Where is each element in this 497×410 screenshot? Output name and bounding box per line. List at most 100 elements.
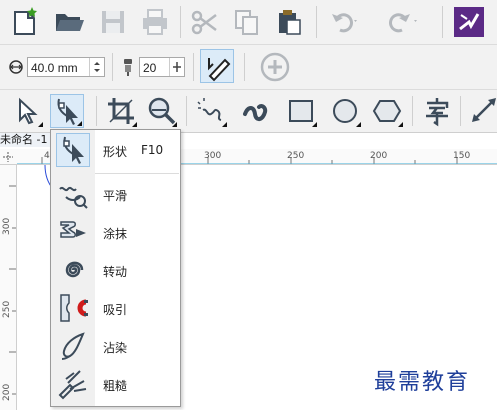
flyout-item-label: 粗糙 (103, 379, 128, 393)
dimension-tool-button[interactable] (468, 94, 497, 128)
print-button[interactable] (138, 5, 172, 39)
smear-tool-icon (56, 215, 90, 249)
pressure-icon (124, 59, 132, 76)
ruler-tick-label: 300 (204, 151, 222, 161)
flyout-item-shortcut: F10 (141, 143, 164, 157)
roughen-tool-icon (56, 367, 90, 401)
redo-icon (389, 13, 417, 33)
app-launcher-button[interactable] (452, 5, 486, 39)
pen-pressure-icon (208, 58, 231, 82)
toolbar-separator (96, 96, 97, 126)
nib-size-icon (9, 60, 23, 74)
flyout-divider (95, 173, 179, 174)
dimension-icon (472, 98, 496, 122)
document-tab[interactable]: 未命名 -1 (0, 133, 50, 147)
flyout-item-shape[interactable]: 形状 F10 (51, 132, 180, 168)
toolbar-separator (186, 96, 187, 126)
pen-pressure-toggle[interactable] (200, 49, 234, 83)
open-folder-icon (56, 14, 84, 31)
flyout-item-roughen[interactable]: 粗糙 (51, 366, 180, 402)
nib-size-input[interactable]: 40.0 mm (27, 57, 105, 77)
flyout-item-smooth[interactable]: 平滑 (51, 176, 180, 212)
shape-tool-button[interactable] (50, 94, 84, 128)
open-button[interactable] (52, 5, 86, 39)
flyout-item-label: 沾染 (103, 341, 128, 355)
flyout-indicator-icon (172, 122, 177, 127)
paste-icon (279, 10, 301, 35)
ruler-tick-label: 300 (2, 217, 12, 235)
undo-button[interactable] (326, 5, 360, 39)
paste-button[interactable] (272, 5, 306, 39)
smooth-tool-icon (56, 177, 90, 211)
flyout-item-label: 吸引 (103, 303, 128, 317)
save-button[interactable] (96, 5, 130, 39)
artistic-media-tool-button[interactable] (240, 94, 274, 128)
flyout-indicator-icon (398, 122, 403, 127)
shape-tool-icon (56, 133, 90, 167)
document-title: 未命名 -1 (0, 133, 48, 146)
ruler-tick-label: 250 (2, 300, 12, 318)
ruler-origin-icon[interactable] (2, 151, 14, 163)
add-button[interactable] (258, 50, 292, 84)
copy-button[interactable] (230, 5, 264, 39)
toolbar-separator (112, 53, 113, 81)
crop-tool-button[interactable] (104, 94, 138, 128)
toolbar-separator (442, 6, 443, 38)
ruler-tick-label: 200 (2, 383, 12, 401)
flyout-item-label: 形状 (103, 145, 128, 159)
ruler-tick-label: 250 (287, 151, 305, 161)
flyout-indicator-icon (77, 121, 82, 126)
cut-icon (191, 10, 217, 35)
flyout-indicator-icon (132, 122, 137, 127)
watermark-text: 最需教育 (374, 370, 471, 395)
toolbar-separator (193, 53, 194, 81)
flyout-item-smudge[interactable]: 沾染 (51, 328, 180, 364)
plus-minus-icon (173, 62, 181, 72)
smudge-tool-icon (56, 329, 90, 363)
flyout-item-twirl[interactable]: 转动 (51, 252, 180, 288)
app-launcher-icon (454, 7, 484, 37)
pick-tool-button[interactable] (10, 94, 44, 128)
artistic-media-icon (243, 103, 268, 121)
twirl-tool-icon (56, 253, 90, 287)
pressure-input[interactable]: 20 (139, 57, 185, 77)
flyout-indicator-icon (222, 122, 227, 127)
pressure-value: 20 (143, 61, 157, 75)
ellipse-tool-button[interactable] (328, 94, 362, 128)
toolbar-separator (316, 6, 317, 38)
polygon-tool-button[interactable] (370, 94, 404, 128)
cut-button[interactable] (188, 5, 222, 39)
nib-size-spinner[interactable] (89, 58, 104, 76)
flyout-indicator-icon (356, 122, 361, 127)
vertical-ruler[interactable]: 300 250 200 (0, 165, 17, 410)
toolbar-separator (460, 96, 461, 126)
rectangle-tool-button[interactable] (284, 94, 318, 128)
ruler-tick-label: 150 (453, 151, 471, 161)
toolbar-separator (412, 96, 413, 126)
nib-size-value: 40.0 mm (31, 61, 78, 75)
flyout-item-smear[interactable]: 涂抹 (51, 214, 180, 250)
undo-icon (332, 13, 357, 33)
toolbar-separator (180, 6, 181, 38)
redo-button[interactable] (386, 5, 420, 39)
new-document-icon (14, 7, 37, 35)
copy-icon (235, 10, 258, 35)
pressure-spinner[interactable] (169, 58, 184, 76)
text-tool-icon (426, 98, 449, 127)
flyout-item-label: 平滑 (103, 189, 128, 203)
add-circle-icon (260, 52, 290, 82)
flyout-indicator-icon (312, 122, 317, 127)
flyout-indicator-icon (38, 122, 43, 127)
toolbox (0, 90, 497, 133)
freehand-tool-button[interactable] (194, 94, 228, 128)
property-bar: 40.0 mm 20 (0, 45, 497, 90)
attract-tool-icon (56, 291, 90, 325)
ruler-tick-label: 200 (370, 151, 388, 161)
text-tool-button[interactable] (420, 94, 454, 128)
flyout-item-label: 转动 (103, 265, 128, 279)
zoom-tool-button[interactable] (144, 94, 178, 128)
ruler-ticks (9, 185, 16, 395)
flyout-item-label: 涂抹 (103, 227, 128, 241)
flyout-item-attract[interactable]: 吸引 (51, 290, 180, 326)
new-document-button[interactable] (8, 5, 42, 39)
